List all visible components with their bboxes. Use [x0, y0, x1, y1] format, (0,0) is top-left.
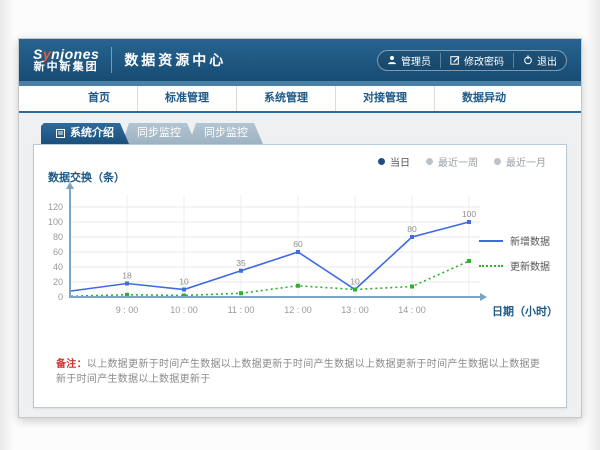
legend-line-sample-green — [479, 265, 503, 267]
y-axis-title: 数据交换（条） — [48, 170, 125, 184]
logout-button[interactable]: 退出 — [513, 53, 566, 68]
x-axis-arrow — [480, 293, 487, 301]
data-point — [467, 259, 471, 263]
legend-line-sample-blue — [479, 240, 503, 242]
power-icon — [523, 55, 533, 65]
user-menu-admin[interactable]: 管理员 — [378, 53, 440, 68]
radio-label: 最近一周 — [438, 154, 478, 169]
user-menu-label: 管理员 — [401, 53, 431, 68]
tab-system-intro[interactable]: 系统介绍 — [41, 123, 129, 144]
nav-item-home[interactable]: 首页 — [61, 86, 137, 111]
tab-sync-monitor-2[interactable]: 同步监控 — [189, 123, 263, 144]
legend-item-new-data[interactable]: 新增数据 — [479, 233, 550, 248]
footnote-prefix: 备注： — [56, 359, 87, 370]
logout-label: 退出 — [537, 53, 557, 68]
data-point-label: 60 — [293, 239, 303, 249]
y-tick-label: 0 — [58, 292, 63, 302]
data-point-label: 10 — [179, 277, 189, 287]
tab-label: 系统介绍 — [70, 123, 114, 144]
user-icon — [387, 55, 397, 65]
y-tick-label: 80 — [53, 232, 63, 242]
tab-sync-monitor-1[interactable]: 同步监控 — [122, 123, 196, 144]
header-divider — [111, 47, 112, 73]
radio-last-week[interactable]: 最近一周 — [426, 154, 478, 169]
footnote: 备注：以上数据更新于时间产生数据以上数据更新于时间产生数据以上数据更新于时间产生… — [56, 355, 550, 385]
logo-subtitle: 新中新集团 — [34, 62, 99, 74]
radio-label: 当日 — [390, 154, 410, 169]
data-point-label: 100 — [462, 209, 476, 219]
data-point-label: 35 — [236, 258, 246, 268]
app-header: Synjones 新中新集团 数据资源中心 管理员 修改密码 — [19, 39, 581, 81]
legend-label: 新增数据 — [510, 233, 550, 248]
data-point — [410, 285, 414, 289]
radio-last-month[interactable]: 最近一月 — [494, 154, 546, 169]
x-tick-label: 14 : 00 — [398, 305, 426, 315]
radio-dot — [378, 158, 385, 165]
radio-label: 最近一月 — [506, 154, 546, 169]
y-tick-label: 40 — [53, 262, 63, 272]
y-tick-label: 60 — [53, 247, 63, 257]
logo-text: Synjones — [33, 47, 99, 62]
radio-dot — [426, 158, 433, 165]
data-point-label: 18 — [122, 271, 132, 281]
data-point — [125, 282, 129, 286]
data-point — [296, 250, 300, 254]
data-point — [410, 235, 414, 239]
change-password-button[interactable]: 修改密码 — [440, 53, 513, 68]
x-tick-label: 9 : 00 — [116, 305, 139, 315]
x-tick-label: 10 : 00 — [170, 305, 198, 315]
app-window: Synjones 新中新集团 数据资源中心 管理员 修改密码 — [18, 38, 582, 418]
nav-item-standards[interactable]: 标准管理 — [137, 86, 236, 111]
edit-icon — [450, 55, 460, 65]
y-tick-label: 100 — [48, 217, 63, 227]
chart-legend: 新增数据 更新数据 — [479, 233, 550, 273]
x-tick-label: 13 : 00 — [341, 305, 369, 315]
content-area: 系统介绍 同步监控 同步监控 当日 最近一周 — [19, 113, 581, 408]
tab-label: 同步监控 — [137, 123, 181, 144]
change-password-label: 修改密码 — [464, 53, 504, 68]
x-axis-title: 日期（小时） — [492, 304, 558, 318]
legend-item-updated-data[interactable]: 更新数据 — [479, 258, 550, 273]
data-point-label: 10 — [350, 277, 360, 287]
tab-label: 同步监控 — [204, 123, 248, 144]
chart-card: 当日 最近一周 最近一月 0 20 40 60 80 100 120 18 10 35 60 10 80… — [33, 144, 567, 408]
data-point — [239, 269, 243, 273]
data-point-label: 80 — [407, 224, 417, 234]
x-tick-label: 12 : 00 — [284, 305, 312, 315]
user-menu: 管理员 修改密码 退出 — [377, 50, 567, 71]
main-nav: 首页 标准管理 系统管理 对接管理 数据异动 — [19, 86, 581, 113]
nav-item-integration[interactable]: 对接管理 — [335, 86, 434, 111]
y-tick-label: 20 — [53, 277, 63, 287]
nav-item-system[interactable]: 系统管理 — [236, 86, 335, 111]
nav-item-data-changes[interactable]: 数据异动 — [434, 86, 533, 111]
data-point — [353, 288, 357, 292]
data-point — [182, 288, 186, 292]
data-point — [239, 291, 243, 295]
x-tick-label: 11 : 00 — [228, 305, 255, 315]
app-title: 数据资源中心 — [124, 50, 226, 70]
radio-today[interactable]: 当日 — [378, 154, 410, 169]
data-point — [296, 284, 300, 288]
tab-bar: 系统介绍 同步监控 同步监控 — [41, 123, 567, 144]
footnote-text: 以上数据更新于时间产生数据以上数据更新于时间产生数据以上数据更新于时间产生数据以… — [56, 359, 540, 385]
radio-dot — [494, 158, 501, 165]
y-tick-label: 120 — [48, 202, 63, 212]
company-logo: Synjones 新中新集团 — [33, 47, 99, 73]
period-filter: 当日 最近一周 最近一月 — [378, 154, 546, 169]
document-icon — [56, 129, 65, 138]
data-point — [467, 220, 471, 224]
legend-label: 更新数据 — [510, 258, 550, 273]
